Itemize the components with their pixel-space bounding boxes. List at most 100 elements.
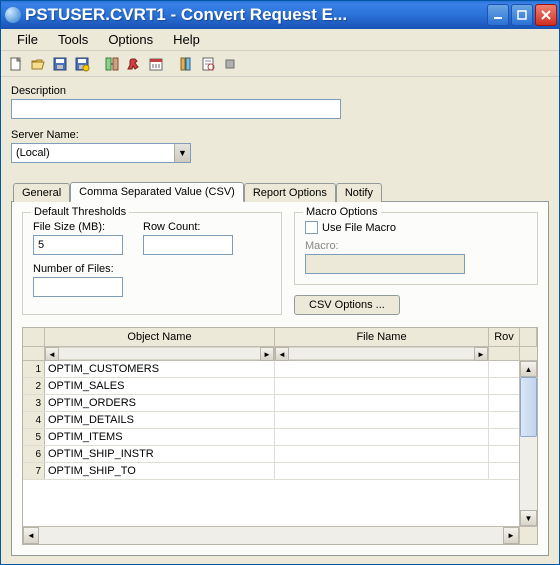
obj-scroll-track[interactable] — [59, 347, 260, 360]
table-row[interactable]: 1OPTIM_CUSTOMERS — [23, 361, 537, 378]
tab-report-options[interactable]: Report Options — [244, 183, 336, 202]
default-thresholds-legend: Default Thresholds — [31, 206, 129, 218]
menu-options[interactable]: Options — [98, 30, 163, 49]
cell-file-name[interactable] — [275, 463, 489, 479]
cell-object-name[interactable]: OPTIM_SALES — [45, 378, 275, 394]
server-name-value: (Local) — [16, 147, 50, 159]
description-input[interactable] — [11, 99, 341, 119]
close-button[interactable] — [535, 4, 557, 26]
csv-options-button[interactable]: CSV Options ... — [294, 295, 400, 315]
cell-file-name[interactable] — [275, 395, 489, 411]
table-row[interactable]: 4OPTIM_DETAILS — [23, 412, 537, 429]
col-object-name[interactable]: Object Name — [45, 328, 275, 346]
convert-icon[interactable] — [101, 53, 123, 75]
maximize-button[interactable] — [511, 4, 533, 26]
cell-rov[interactable] — [489, 378, 519, 394]
menu-file[interactable]: File — [7, 30, 48, 49]
fname-scroll-right[interactable]: ► — [474, 347, 488, 361]
obj-scroll-right[interactable]: ► — [260, 347, 274, 361]
run-icon[interactable] — [123, 53, 145, 75]
col-rov[interactable]: Rov — [489, 328, 519, 346]
cell-rov[interactable] — [489, 429, 519, 445]
content-area: Description Server Name: (Local) ▼ Gener… — [1, 77, 559, 564]
cell-rov[interactable] — [489, 463, 519, 479]
chevron-down-icon: ▼ — [174, 144, 190, 162]
cell-file-name[interactable] — [275, 446, 489, 462]
log-icon[interactable] — [197, 53, 219, 75]
table-row[interactable]: 2OPTIM_SALES — [23, 378, 537, 395]
file-size-input[interactable] — [33, 235, 123, 255]
row-number: 6 — [23, 446, 45, 462]
menu-help[interactable]: Help — [163, 30, 210, 49]
cell-object-name[interactable]: OPTIM_ORDERS — [45, 395, 275, 411]
scroll-down-icon[interactable]: ▼ — [520, 510, 537, 526]
row-number: 3 — [23, 395, 45, 411]
menu-tools[interactable]: Tools — [48, 30, 98, 49]
schedule-icon[interactable] — [145, 53, 167, 75]
use-file-macro-label: Use File Macro — [322, 222, 396, 234]
vertical-scrollbar[interactable]: ▲ ▼ — [519, 361, 537, 526]
tab-csv[interactable]: Comma Separated Value (CSV) — [70, 182, 244, 202]
cell-object-name[interactable]: OPTIM_SHIP_TO — [45, 463, 275, 479]
cell-file-name[interactable] — [275, 361, 489, 377]
fname-scroll-track[interactable] — [289, 347, 474, 360]
cell-file-name[interactable] — [275, 429, 489, 445]
cell-object-name[interactable]: OPTIM_ITEMS — [45, 429, 275, 445]
fname-scroll-left[interactable]: ◄ — [275, 347, 289, 361]
header-scroll-gutter — [519, 328, 537, 346]
row-count-input[interactable] — [143, 235, 233, 255]
server-name-select[interactable]: (Local) ▼ — [11, 143, 191, 163]
row-number: 7 — [23, 463, 45, 479]
cell-file-name[interactable] — [275, 378, 489, 394]
cell-rov[interactable] — [489, 361, 519, 377]
properties-icon[interactable] — [175, 53, 197, 75]
save-icon[interactable] — [49, 53, 71, 75]
obj-scroll-left[interactable]: ◄ — [45, 347, 59, 361]
menubar: File Tools Options Help — [1, 29, 559, 51]
default-thresholds-group: Default Thresholds File Size (MB): Row C… — [22, 212, 282, 315]
col-file-name[interactable]: File Name — [275, 328, 489, 346]
table-row[interactable]: 3OPTIM_ORDERS — [23, 395, 537, 412]
table-row[interactable]: 5OPTIM_ITEMS — [23, 429, 537, 446]
cell-rov[interactable] — [489, 412, 519, 428]
tab-notify[interactable]: Notify — [336, 183, 382, 202]
saveas-icon[interactable] — [71, 53, 93, 75]
app-window: PSTUSER.CVRT1 - Convert Request E... Fil… — [0, 0, 560, 565]
scroll-thumb[interactable] — [520, 377, 537, 437]
macro-options-legend: Macro Options — [303, 206, 381, 218]
scroll-up-icon[interactable]: ▲ — [520, 361, 537, 377]
minimize-button[interactable] — [487, 4, 509, 26]
cell-file-name[interactable] — [275, 412, 489, 428]
scroll-left-icon[interactable]: ◄ — [23, 527, 39, 544]
number-of-files-label: Number of Files: — [33, 263, 271, 275]
tab-general[interactable]: General — [13, 183, 70, 202]
open-icon[interactable] — [27, 53, 49, 75]
table-row[interactable]: 7OPTIM_SHIP_TO — [23, 463, 537, 480]
use-file-macro-checkbox[interactable] — [305, 221, 318, 234]
number-of-files-input[interactable] — [33, 277, 123, 297]
window-title: PSTUSER.CVRT1 - Convert Request E... — [25, 5, 485, 25]
server-name-label: Server Name: — [11, 129, 549, 141]
macro-input — [305, 254, 465, 274]
cell-rov[interactable] — [489, 446, 519, 462]
stop-icon[interactable] — [219, 53, 241, 75]
table-row[interactable]: 6OPTIM_SHIP_INSTR — [23, 446, 537, 463]
row-count-label: Row Count: — [143, 221, 233, 233]
objects-grid: Object Name File Name Rov ◄ ► ◄ ► — [22, 327, 538, 545]
grid-corner — [23, 328, 45, 346]
cell-object-name[interactable]: OPTIM_SHIP_INSTR — [45, 446, 275, 462]
file-size-label: File Size (MB): — [33, 221, 123, 233]
tab-strip: General Comma Separated Value (CSV) Repo… — [11, 181, 549, 201]
horizontal-scrollbar[interactable]: ◄ ► — [23, 526, 537, 544]
macro-label: Macro: — [305, 240, 527, 252]
cell-object-name[interactable]: OPTIM_DETAILS — [45, 412, 275, 428]
cell-object-name[interactable]: OPTIM_CUSTOMERS — [45, 361, 275, 377]
row-number: 1 — [23, 361, 45, 377]
app-icon — [5, 7, 21, 23]
hscroll-track[interactable] — [39, 527, 503, 544]
description-label: Description — [11, 85, 549, 97]
cell-rov[interactable] — [489, 395, 519, 411]
new-icon[interactable] — [5, 53, 27, 75]
scroll-right-icon[interactable]: ► — [503, 527, 519, 544]
row-number: 2 — [23, 378, 45, 394]
